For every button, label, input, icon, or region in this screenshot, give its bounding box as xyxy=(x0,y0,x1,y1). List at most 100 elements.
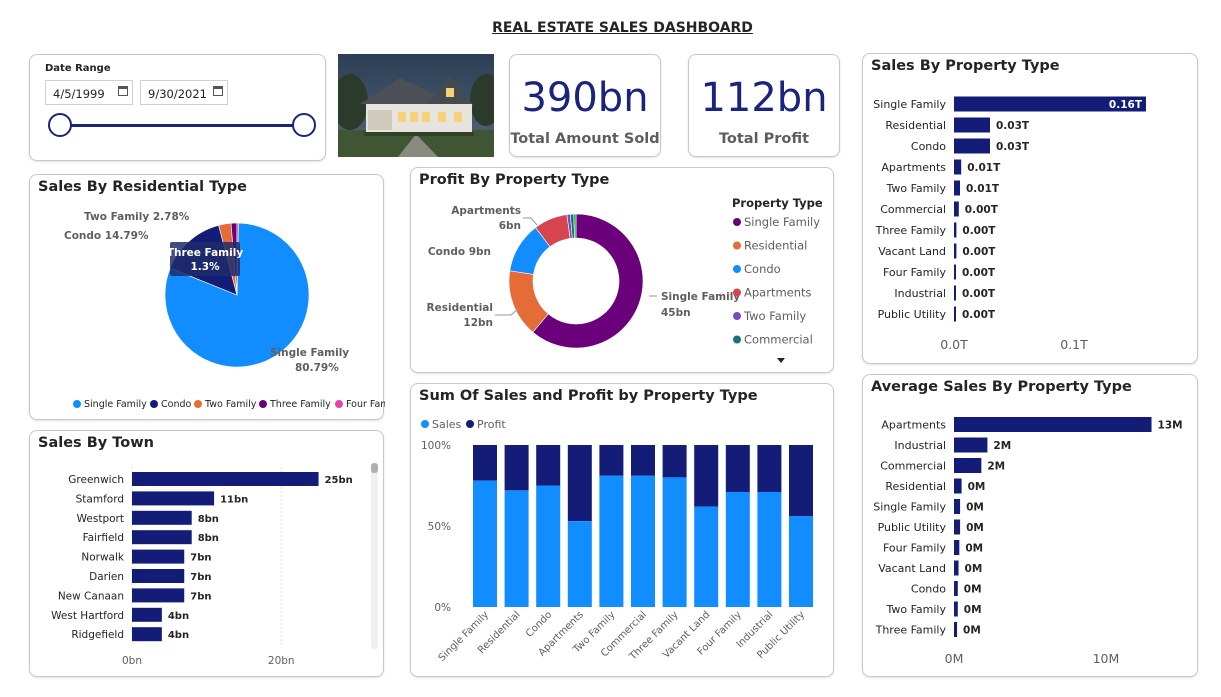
scrollbar-thumb[interactable] xyxy=(371,463,378,473)
bar xyxy=(954,478,962,494)
category-label: New Canaan xyxy=(58,590,124,602)
bar xyxy=(132,627,162,642)
profit-donut-chart: Single Family 45bn Residential 12bn Condo 9b… xyxy=(427,196,823,363)
bar-sales xyxy=(504,490,529,607)
data-label: 13M xyxy=(1158,420,1183,432)
bar-profit xyxy=(694,445,719,507)
legend-item: Apartments xyxy=(744,286,812,300)
legend-marker xyxy=(194,400,202,408)
legend-item: Single Family xyxy=(84,399,147,410)
legend-marker xyxy=(733,335,741,344)
legend-item: Two Family xyxy=(743,309,806,323)
legend-marker xyxy=(150,400,158,408)
bar-profit xyxy=(473,445,497,481)
legend-item: Commercial xyxy=(744,333,813,347)
bar xyxy=(954,601,958,617)
sales-by-town-bar-chart: Greenwich 25bn Stamford 11bn Westport 8bn Fair… xyxy=(51,467,353,667)
bar-profit xyxy=(789,445,813,517)
leader-line xyxy=(523,217,538,226)
category-label: Darien xyxy=(89,571,124,583)
data-label: 0.03T xyxy=(996,120,1030,132)
bar-profit xyxy=(504,445,529,491)
legend-item: Condo xyxy=(744,262,781,276)
bar-sales xyxy=(599,475,624,607)
bar xyxy=(132,530,192,545)
data-label: 0.00T xyxy=(962,246,996,258)
kpi-label: Total Profit xyxy=(718,131,810,147)
bar xyxy=(954,581,958,596)
data-label: Condo 9bn xyxy=(428,246,491,258)
legend-item: Single Family xyxy=(744,215,820,229)
start-date-value: 4/5/1999 xyxy=(53,87,105,101)
legend-marker xyxy=(335,400,343,408)
data-label: 0.01T xyxy=(966,183,1000,195)
category-label: Three Family xyxy=(875,624,947,637)
legend-item: Profit xyxy=(477,418,506,431)
bar xyxy=(954,306,956,322)
bar-profit xyxy=(757,445,782,492)
bar xyxy=(132,549,185,564)
date-slider-end-handle[interactable] xyxy=(292,113,316,137)
legend-marker xyxy=(73,400,81,408)
sum-sales-profit-card: Sum Of Sales and Profit by Property Type… xyxy=(410,383,834,677)
data-label: 0.00T xyxy=(962,225,996,237)
date-slider-start-handle[interactable] xyxy=(48,113,72,137)
category-label: Residential xyxy=(885,119,946,132)
bar xyxy=(954,222,957,238)
bar xyxy=(132,491,215,506)
bar-profit xyxy=(567,445,592,522)
legend-more-icon xyxy=(777,358,785,363)
legend-marker xyxy=(733,312,741,320)
bar xyxy=(954,180,960,196)
category-label: Public Utility xyxy=(878,521,947,534)
data-label: Residential xyxy=(427,302,493,314)
kpi-total-profit: 112bn Total Profit xyxy=(688,54,840,157)
bar-sales xyxy=(631,475,655,607)
bar xyxy=(954,243,957,259)
category-label: Apartments xyxy=(881,419,946,432)
calendar-icon[interactable] xyxy=(118,86,128,96)
bar xyxy=(954,560,959,576)
data-label: 0.01T xyxy=(967,162,1001,174)
date-range-slicer: Date Range 4/5/1999 9/30/2021 xyxy=(29,54,326,161)
bar xyxy=(954,540,960,555)
category-label: Single Family xyxy=(873,501,946,514)
bar xyxy=(954,201,959,217)
axis-tick-label: 0bn xyxy=(122,655,142,667)
bar xyxy=(954,458,982,473)
bar xyxy=(954,285,956,301)
bar xyxy=(132,588,185,603)
category-label: Vacant Land xyxy=(878,562,946,575)
legend-marker xyxy=(421,420,429,428)
data-label: 8bn xyxy=(198,533,219,544)
calendar-icon[interactable] xyxy=(213,86,223,96)
legend-item: Three Family xyxy=(269,399,331,410)
start-date-input[interactable]: 4/5/1999 xyxy=(45,80,133,105)
end-date-input[interactable]: 9/30/2021 xyxy=(140,80,228,105)
category-label: Public Utility xyxy=(878,308,947,321)
sales-by-property-type-card: Sales By Property Type Single Family 0.16… xyxy=(862,53,1198,364)
data-label: 0.03T xyxy=(996,141,1030,153)
date-slider-track[interactable] xyxy=(60,124,306,127)
legend-marker xyxy=(733,265,741,273)
bar-profit xyxy=(631,445,655,476)
legend-marker xyxy=(733,288,741,297)
bar-sales xyxy=(536,485,561,607)
category-label: Four Family xyxy=(883,266,947,279)
data-label: Condo 14.79% xyxy=(64,230,149,242)
scrollbar[interactable] xyxy=(371,463,378,649)
category-label: Commercial xyxy=(880,460,946,473)
category-label: Vacant Land xyxy=(878,245,946,258)
dashboard-title: REAL ESTATE SALES DASHBOARD xyxy=(492,20,753,36)
category-label: Apartments xyxy=(881,161,946,174)
residential-type-pie-chart: Single Family 80.79% Condo 14.79% Two Famil… xyxy=(64,211,385,410)
legend-marker xyxy=(733,241,741,250)
bar-sales xyxy=(567,521,592,607)
bar-profit xyxy=(599,445,624,476)
axis-tick-label: 50% xyxy=(428,521,451,533)
category-label: Two Family xyxy=(885,603,946,616)
stacked-column-chart: 0%50%100%Single FamilyResidential CondoAp… xyxy=(421,418,813,664)
sales-by-town-card: Sales By Town Greenwich 25bn Stamford 11bn W… xyxy=(29,430,384,677)
axis-tick-label: 20bn xyxy=(268,655,295,667)
bar xyxy=(954,417,1152,432)
